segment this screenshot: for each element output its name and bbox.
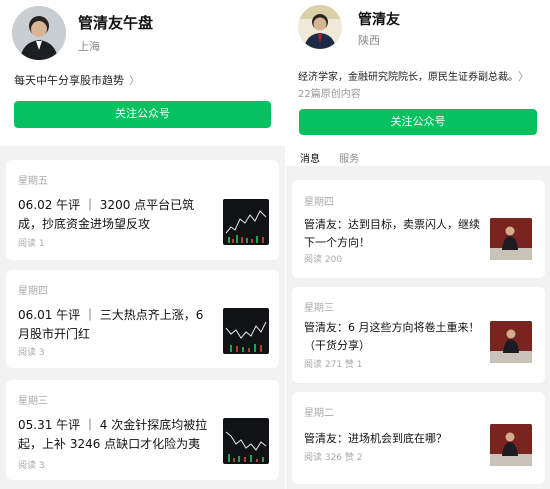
account-name: 管清友午盘: [78, 14, 154, 32]
article-day: 星期三: [304, 303, 334, 314]
article-card[interactable]: 星期四 管清友：达到目标，卖票闪人，继续下一个方向！ 阅读 200: [292, 180, 545, 278]
article-title[interactable]: 05.31 午评 ｜ 4 次金针探底均被拉起，上补 3246 点缺口才化险为夷: [18, 416, 218, 454]
article-thumbnail-photo[interactable]: [490, 218, 532, 260]
right-account-panel: 管清友 陕西 经济学家，金融研究院院长，原民生证券副总裁。〉 22篇原创内容 关…: [286, 0, 550, 489]
article-day: 星期三: [18, 396, 48, 407]
article-thumbnail-chart[interactable]: [223, 418, 269, 464]
left-account-panel: 管清友午盘 上海 每天中午分享股市趋势〉 关注公众号 星期五 06.02 午评 …: [0, 0, 285, 489]
article-day: 星期四: [18, 286, 48, 297]
chevron-right-icon: 〉: [518, 70, 529, 83]
chevron-right-icon: 〉: [129, 74, 140, 87]
article-reads: 阅读 326 赞 2: [304, 453, 363, 463]
account-avatar[interactable]: [12, 6, 66, 60]
article-thumbnail-photo[interactable]: [490, 424, 532, 466]
tab-messages[interactable]: 消息: [300, 150, 320, 165]
article-thumbnail-chart[interactable]: [223, 199, 269, 245]
article-thumbnail-chart[interactable]: [223, 308, 269, 354]
article-reads: 阅读 1: [18, 239, 45, 249]
article-reads: 阅读 3: [18, 348, 45, 358]
account-description-text: 经济学家，金融研究院院长，原民生证券副总裁。: [298, 72, 513, 83]
account-name: 管清友: [358, 12, 400, 28]
account-description[interactable]: 经济学家，金融研究院院长，原民生证券副总裁。〉: [298, 68, 529, 84]
article-reads: 阅读 3: [18, 461, 45, 471]
article-title[interactable]: 管清友：进场机会到底在哪？: [304, 430, 484, 448]
article-title[interactable]: 06.01 午评 ｜ 三大热点齐上涨，6 月股市开门红: [18, 306, 218, 344]
article-card[interactable]: 星期三 05.31 午评 ｜ 4 次金针探底均被拉起，上补 3246 点缺口才化…: [6, 380, 279, 480]
article-day: 星期四: [304, 197, 334, 208]
article-reads: 阅读 200: [304, 255, 343, 265]
follow-button[interactable]: 关注公众号: [14, 101, 271, 128]
account-location: 陕西: [358, 34, 380, 47]
account-header: 管清友午盘 上海 每天中午分享股市趋势〉 关注公众号: [0, 0, 285, 146]
article-title[interactable]: 管清友：6 月这些方向将卷土重来！（干货分享）: [304, 319, 484, 355]
article-card[interactable]: 星期二 管清友：进场机会到底在哪？ 阅读 326 赞 2: [292, 392, 545, 484]
account-header: 管清友 陕西 经济学家，金融研究院院长，原民生证券副总裁。〉 22篇原创内容 关…: [286, 0, 550, 166]
article-day: 星期二: [304, 408, 334, 419]
article-reads: 阅读 271 赞 1: [304, 360, 363, 370]
article-card[interactable]: 星期三 管清友：6 月这些方向将卷土重来！（干货分享） 阅读 271 赞 1: [292, 287, 545, 383]
account-description-text: 每天中午分享股市趋势: [14, 74, 124, 87]
article-card[interactable]: 星期五 06.02 午评 ｜ 3200 点平台已筑成，抄底资金进场望反攻 阅读 …: [6, 160, 279, 260]
tab-services[interactable]: 服务: [339, 150, 359, 165]
article-title[interactable]: 06.02 午评 ｜ 3200 点平台已筑成，抄底资金进场望反攻: [18, 196, 218, 234]
account-avatar[interactable]: [298, 5, 342, 49]
article-day: 星期五: [18, 176, 48, 187]
tab-bar: 消息 服务: [300, 150, 375, 165]
original-content-count: 22篇原创内容: [298, 89, 361, 100]
article-thumbnail-photo[interactable]: [490, 321, 532, 363]
article-title[interactable]: 管清友：达到目标，卖票闪人，继续下一个方向！: [304, 216, 484, 252]
account-location: 上海: [78, 40, 100, 53]
article-card[interactable]: 星期四 06.01 午评 ｜ 三大热点齐上涨，6 月股市开门红 阅读 3: [6, 270, 279, 368]
account-description[interactable]: 每天中午分享股市趋势〉: [14, 72, 140, 88]
follow-button[interactable]: 关注公众号: [299, 109, 537, 135]
